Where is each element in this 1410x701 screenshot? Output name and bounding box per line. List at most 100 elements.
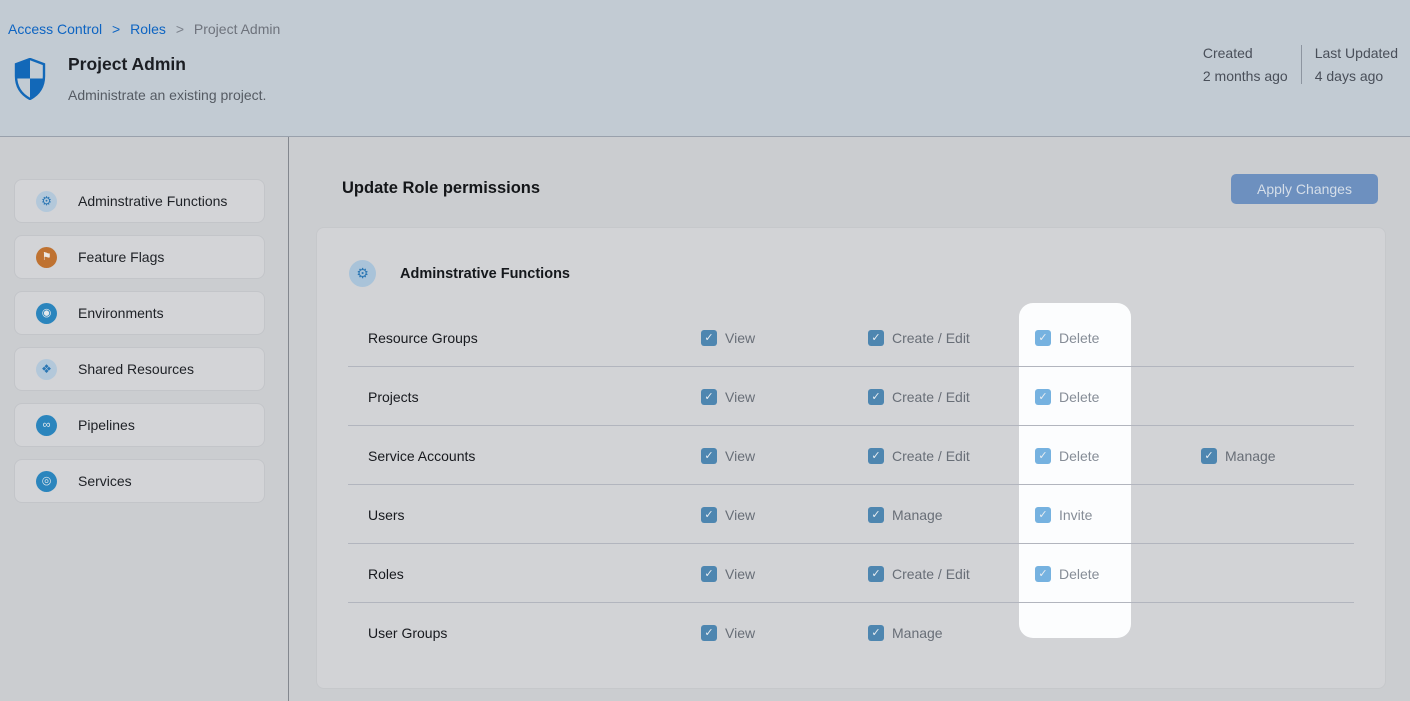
permission-view: View	[701, 389, 755, 405]
permission-manage: Manage	[868, 625, 943, 641]
resource-name: Projects	[368, 389, 419, 405]
permission-view: View	[701, 566, 755, 582]
resource-category-sidebar: ⚙ Adminstrative Functions ⚑ Feature Flag…	[0, 137, 289, 701]
permission-create-edit: Create / Edit	[868, 566, 970, 582]
permission-label: Manage	[892, 625, 943, 641]
permission-invite: Invite	[1035, 507, 1092, 523]
permissions-section-header: ⚙ Adminstrative Functions	[349, 260, 570, 287]
permission-label: Manage	[1225, 448, 1276, 464]
chevron-right-icon: >	[112, 21, 120, 37]
permission-create-edit: Create / Edit	[868, 448, 970, 464]
permission-view: View	[701, 448, 755, 464]
checkbox-checked-icon[interactable]	[701, 566, 717, 582]
permissions-table: Resource Groups View Create / Edit Delet…	[317, 308, 1385, 662]
page-title: Project Admin	[68, 54, 186, 75]
sidebar-item-label: Services	[78, 473, 132, 489]
permission-label: Create / Edit	[892, 330, 970, 346]
permission-label: View	[725, 507, 755, 523]
breadcrumb-roles-link[interactable]: Roles	[130, 21, 166, 37]
services-icon: ◎	[36, 471, 57, 492]
breadcrumb-access-control-link[interactable]: Access Control	[8, 21, 102, 37]
checkbox-checked-icon[interactable]	[868, 507, 884, 523]
sidebar-item-environments[interactable]: ◉ Environments	[14, 291, 265, 335]
permission-label: Delete	[1059, 448, 1099, 464]
permission-label: Create / Edit	[892, 448, 970, 464]
permission-label: Delete	[1059, 566, 1099, 582]
checkbox-checked-icon[interactable]	[1035, 448, 1051, 464]
apply-changes-button[interactable]: Apply Changes	[1231, 174, 1378, 204]
page-subtitle: Administrate an existing project.	[68, 87, 266, 103]
gear-icon: ⚙	[349, 260, 376, 287]
checkbox-checked-icon[interactable]	[868, 389, 884, 405]
permission-create-edit: Create / Edit	[868, 389, 970, 405]
permission-label: View	[725, 566, 755, 582]
breadcrumb-current: Project Admin	[194, 21, 280, 37]
created-label: Created	[1203, 45, 1288, 61]
main-panel: Update Role permissions Apply Changes ⚙ …	[289, 137, 1410, 701]
meta-divider	[1301, 45, 1302, 84]
sidebar-item-shared-resources[interactable]: ❖ Shared Resources	[14, 347, 265, 391]
chevron-right-icon: >	[176, 21, 184, 37]
permission-label: View	[725, 448, 755, 464]
sidebar-item-label: Pipelines	[78, 417, 135, 433]
permission-view: View	[701, 507, 755, 523]
permission-label: Create / Edit	[892, 566, 970, 582]
permission-view: View	[701, 330, 755, 346]
sidebar-item-adminstrative-functions[interactable]: ⚙ Adminstrative Functions	[14, 179, 265, 223]
sidebar-item-label: Shared Resources	[78, 361, 194, 377]
resource-name: Users	[368, 507, 405, 523]
sidebar-item-label: Feature Flags	[78, 249, 164, 265]
pipelines-icon: ∞	[36, 415, 57, 436]
last-updated-block: Last Updated 4 days ago	[1315, 45, 1398, 84]
permission-label: Delete	[1059, 389, 1099, 405]
table-row-service-accounts: Service Accounts View Create / Edit Dele…	[317, 426, 1385, 485]
last-updated-value: 4 days ago	[1315, 68, 1398, 84]
checkbox-checked-icon[interactable]	[868, 330, 884, 346]
role-shield-icon	[13, 58, 47, 100]
permission-manage: Manage	[1201, 448, 1276, 464]
checkbox-checked-icon[interactable]	[868, 625, 884, 641]
permission-delete: Delete	[1035, 566, 1099, 582]
sidebar-item-feature-flags[interactable]: ⚑ Feature Flags	[14, 235, 265, 279]
checkbox-checked-icon[interactable]	[701, 330, 717, 346]
shared-resources-icon: ❖	[36, 359, 57, 380]
checkbox-checked-icon[interactable]	[1035, 507, 1051, 523]
content-area: ⚙ Adminstrative Functions ⚑ Feature Flag…	[0, 137, 1410, 701]
checkbox-checked-icon[interactable]	[701, 389, 717, 405]
permissions-card: ⚙ Adminstrative Functions Resource Group…	[316, 227, 1386, 689]
permission-label: Create / Edit	[892, 389, 970, 405]
checkbox-checked-icon[interactable]	[1035, 389, 1051, 405]
permission-manage: Manage	[868, 507, 943, 523]
table-row-projects: Projects View Create / Edit Delete	[317, 367, 1385, 426]
permission-label: View	[725, 625, 755, 641]
checkbox-checked-icon[interactable]	[1201, 448, 1217, 464]
checkbox-checked-icon[interactable]	[701, 625, 717, 641]
checkbox-checked-icon[interactable]	[701, 448, 717, 464]
section-title: Update Role permissions	[342, 179, 540, 198]
table-row-roles: Roles View Create / Edit Delete	[317, 544, 1385, 603]
checkbox-checked-icon[interactable]	[1035, 566, 1051, 582]
permissions-section-title: Adminstrative Functions	[400, 266, 570, 282]
resource-name: Roles	[368, 566, 404, 582]
sidebar-item-label: Environments	[78, 305, 164, 321]
permission-label: View	[725, 389, 755, 405]
page-header: Access Control > Roles > Project Admin P…	[0, 0, 1410, 137]
table-row-user-groups: User Groups View Manage	[317, 603, 1385, 662]
checkbox-checked-icon[interactable]	[701, 507, 717, 523]
created-value: 2 months ago	[1203, 68, 1288, 84]
environments-icon: ◉	[36, 303, 57, 324]
checkbox-checked-icon[interactable]	[868, 448, 884, 464]
sidebar-item-pipelines[interactable]: ∞ Pipelines	[14, 403, 265, 447]
flag-icon: ⚑	[36, 247, 57, 268]
table-row-users: Users View Manage Invite	[317, 485, 1385, 544]
resource-name: User Groups	[368, 625, 447, 641]
permission-label: Invite	[1059, 507, 1092, 523]
permission-delete: Delete	[1035, 330, 1099, 346]
permission-label: Delete	[1059, 330, 1099, 346]
permission-label: Manage	[892, 507, 943, 523]
gear-icon: ⚙	[36, 191, 57, 212]
checkbox-checked-icon[interactable]	[868, 566, 884, 582]
sidebar-item-services[interactable]: ◎ Services	[14, 459, 265, 503]
resource-name: Service Accounts	[368, 448, 475, 464]
checkbox-checked-icon[interactable]	[1035, 330, 1051, 346]
